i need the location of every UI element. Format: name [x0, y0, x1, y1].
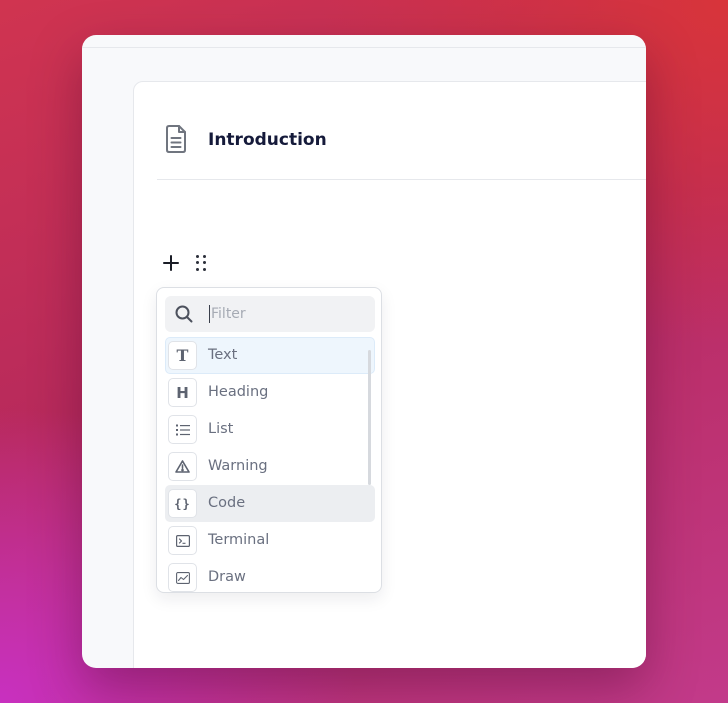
document-header: Introduction — [134, 82, 646, 180]
drag-handle-icon[interactable] — [196, 255, 206, 271]
menu-item-label: Draw — [208, 569, 246, 585]
heading-icon: H — [168, 378, 197, 407]
filter-input[interactable] — [211, 302, 361, 326]
menu-item-label: Heading — [208, 384, 269, 400]
block-type-menu: T Text H Heading List — [156, 287, 382, 593]
menu-item-label: List — [208, 421, 234, 437]
menu-item-draw[interactable]: Draw — [165, 559, 375, 592]
page-title: Introduction — [208, 130, 327, 150]
menu-item-label: Terminal — [208, 532, 270, 548]
block-controls — [162, 252, 206, 274]
code-icon: {} — [168, 489, 197, 518]
document-icon — [166, 125, 186, 153]
menu-scrollbar[interactable] — [368, 350, 371, 485]
menu-item-label: Warning — [208, 458, 268, 474]
list-icon — [168, 415, 197, 444]
filter-field[interactable] — [165, 296, 375, 332]
text-caret — [209, 305, 210, 323]
search-icon — [175, 305, 193, 323]
menu-item-warning[interactable]: Warning — [165, 448, 375, 485]
window-top-divider — [82, 47, 646, 48]
terminal-icon — [168, 526, 197, 555]
menu-item-list[interactable]: List — [165, 411, 375, 448]
text-icon: T — [168, 341, 197, 370]
header-divider — [157, 179, 646, 180]
draw-icon — [168, 563, 197, 592]
menu-item-label: Text — [208, 347, 238, 363]
plus-icon[interactable] — [162, 254, 180, 272]
menu-item-code[interactable]: {} Code — [165, 485, 375, 522]
menu-item-heading[interactable]: H Heading — [165, 374, 375, 411]
menu-item-terminal[interactable]: Terminal — [165, 522, 375, 559]
menu-item-text[interactable]: T Text — [165, 337, 375, 374]
warning-icon — [168, 452, 197, 481]
block-type-list: T Text H Heading List Warning {} Code Te… — [165, 337, 375, 592]
menu-item-label: Code — [208, 495, 246, 511]
